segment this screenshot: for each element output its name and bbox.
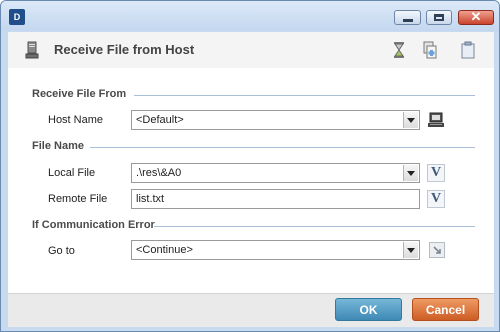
- dialog-title: Receive File from Host: [54, 42, 195, 57]
- copy-icon[interactable]: [422, 41, 438, 59]
- host-name-value: <Default>: [136, 114, 184, 126]
- local-file-value: .\res\&A0: [136, 167, 182, 179]
- goto-label: Go to: [48, 245, 75, 257]
- dialog-content: Receive File From Host Name <Default> Fi…: [8, 68, 494, 293]
- app-icon: D: [9, 9, 25, 25]
- remote-file-label: Remote File: [48, 193, 108, 205]
- section-divider: [90, 147, 475, 148]
- remote-file-value: list.txt: [136, 193, 165, 205]
- host-name-label: Host Name: [48, 114, 104, 126]
- title-bar[interactable]: D ✕: [1, 1, 499, 31]
- minimize-icon: [403, 19, 413, 22]
- section-divider: [134, 95, 475, 96]
- host-computer-icon: [25, 41, 39, 59]
- minimize-button[interactable]: [394, 10, 421, 25]
- local-file-variable-button[interactable]: V: [427, 164, 445, 182]
- section-receive-file-from: Receive File From: [32, 88, 127, 100]
- clipboard-icon[interactable]: [460, 41, 476, 59]
- close-icon: ✕: [470, 9, 482, 24]
- section-file-name: File Name: [32, 140, 84, 152]
- close-button[interactable]: ✕: [458, 9, 494, 25]
- goto-value: <Continue>: [136, 244, 193, 256]
- goto-dropdown[interactable]: <Continue>: [131, 240, 420, 260]
- local-file-label: Local File: [48, 167, 96, 179]
- chevron-down-icon[interactable]: [403, 112, 418, 128]
- section-communication-error: If Communication Error: [32, 219, 155, 231]
- local-file-dropdown[interactable]: .\res\&A0: [131, 163, 420, 183]
- remote-file-variable-button[interactable]: V: [427, 190, 445, 208]
- host-name-dropdown[interactable]: <Default>: [131, 110, 420, 130]
- section-divider: [154, 226, 475, 227]
- dialog-header: Receive File from Host: [8, 32, 494, 69]
- maximize-button[interactable]: [426, 10, 452, 25]
- cancel-button[interactable]: Cancel: [412, 298, 479, 321]
- chevron-down-icon[interactable]: [403, 165, 418, 181]
- chevron-down-icon[interactable]: [403, 242, 418, 258]
- ok-button[interactable]: OK: [335, 298, 402, 321]
- maximize-icon: [434, 14, 444, 21]
- remote-file-input[interactable]: list.txt: [131, 189, 420, 209]
- dialog-footer: OK Cancel: [8, 293, 494, 327]
- hourglass-icon[interactable]: [391, 41, 407, 59]
- host-computer-icon[interactable]: [427, 111, 445, 129]
- jump-arrow-icon[interactable]: [428, 241, 446, 259]
- dialog-window: D ✕ Receive File from Host Receive File …: [0, 0, 500, 332]
